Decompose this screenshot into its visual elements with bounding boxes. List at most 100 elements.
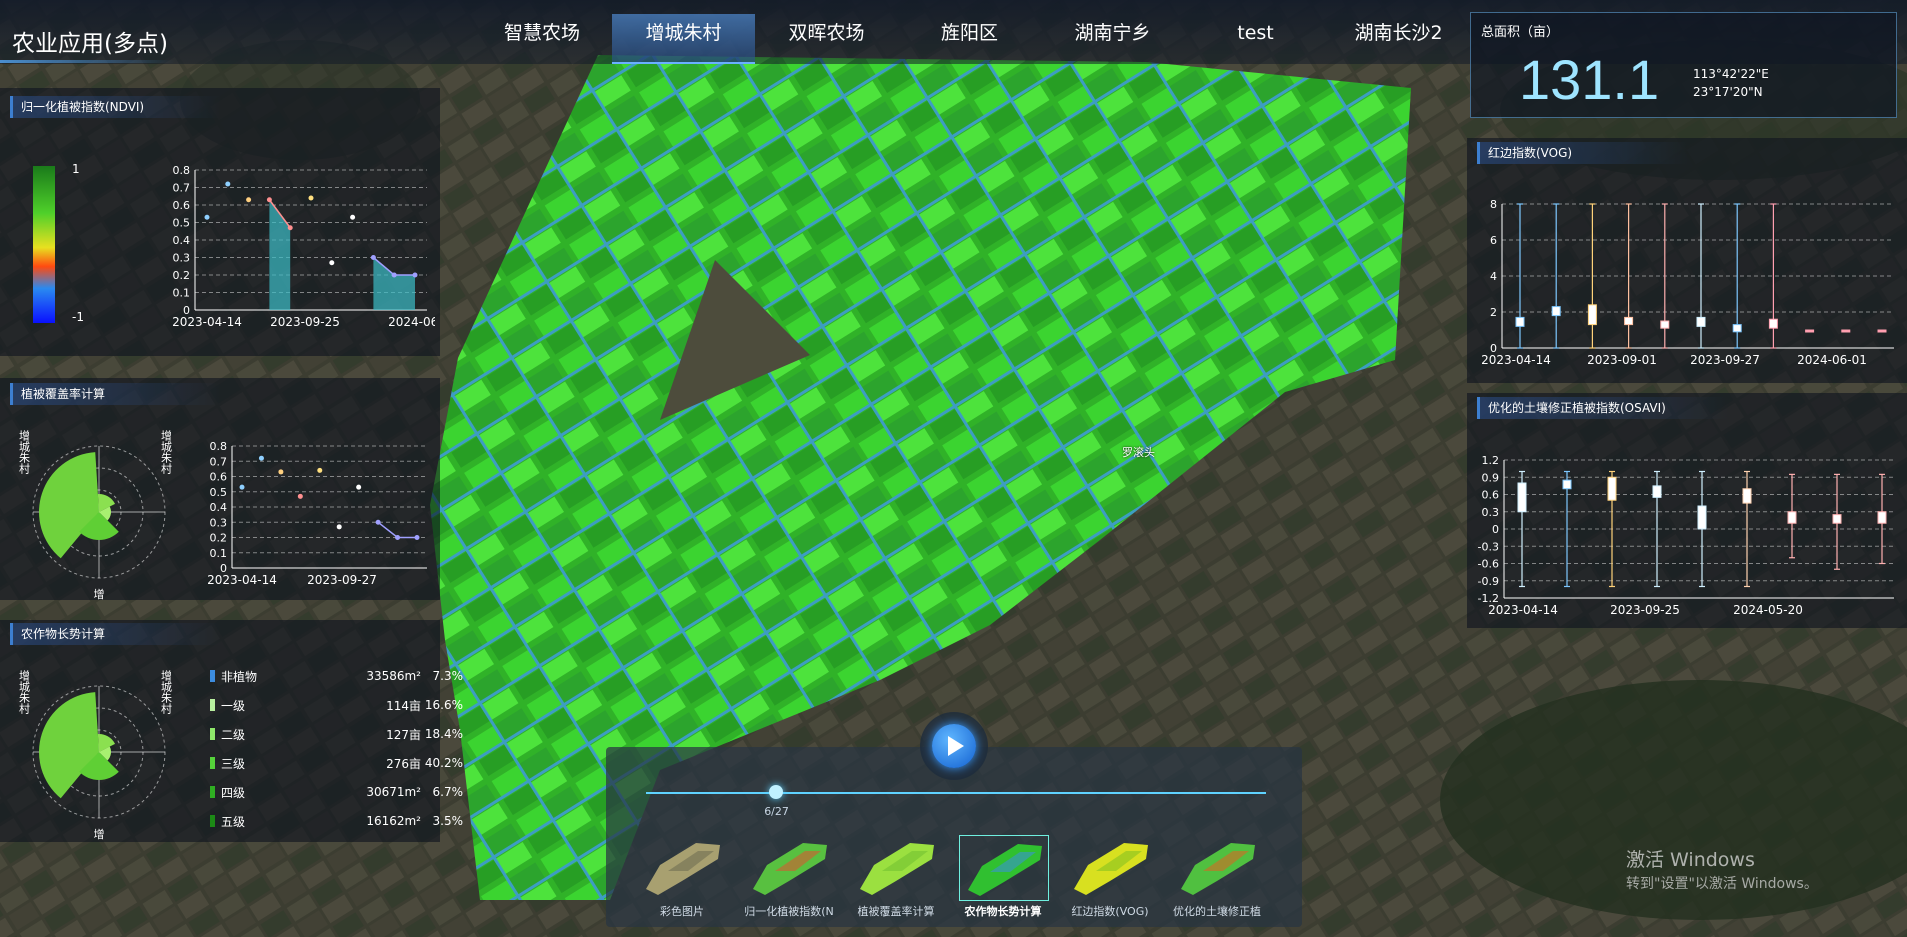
grade-swatch [210, 699, 215, 711]
x-tick-label: 2023-09-25 [270, 315, 340, 329]
x-tick-label: 2023-04-14 [1488, 603, 1558, 617]
tab-3[interactable]: 旌阳区 [898, 14, 1041, 64]
thumbnail-image [860, 843, 934, 895]
grade-row: 四级 30671m² 6.7% [210, 782, 463, 802]
box [1805, 329, 1815, 333]
thumbnail-3[interactable] [959, 835, 1049, 901]
data-point [308, 195, 314, 201]
thumbnail-0[interactable] [638, 835, 726, 899]
timeline-date: 6/27 [764, 805, 789, 818]
box [1587, 304, 1597, 326]
x-tick-label: 2023-04-14 [1481, 353, 1551, 367]
activation-watermark-text: 转到"设置"以激活 Windows。 [1626, 876, 1818, 892]
data-point [356, 484, 362, 490]
x-tick-label: 2023-09-27 [307, 573, 377, 587]
activation-watermark-title: 激活 Windows [1626, 849, 1755, 871]
timeline-track[interactable] [646, 792, 1266, 794]
y-tick-label: 0.6 [1482, 489, 1500, 502]
x-tick-label: 2023-09-01 [1587, 353, 1657, 367]
box [1697, 505, 1707, 530]
data-point [391, 272, 397, 278]
thumbnail-2[interactable] [852, 835, 940, 899]
thumbnail-1[interactable] [745, 835, 833, 899]
tab-5[interactable]: test [1184, 14, 1327, 64]
total-area-card: 总面积（亩） 131.1 113°42'22"E 23°17'20"N [1470, 12, 1897, 118]
data-point [395, 535, 401, 540]
polar-label: 增 [94, 587, 105, 600]
x-tick-label: 2023-09-25 [1610, 603, 1680, 617]
grade-name: 二级 [221, 727, 246, 742]
thumbnail-label: 优化的土壤修正植 [1173, 905, 1261, 918]
tab-1[interactable]: 增城朱村 [612, 14, 755, 64]
timeline-knob[interactable] [769, 785, 784, 799]
box [1696, 316, 1706, 327]
y-tick-label: 4 [1490, 270, 1497, 283]
y-tick-label: 0.6 [210, 471, 228, 484]
longitude: 113°42'22"E [1693, 67, 1769, 81]
grade-amount: 114亩 [386, 698, 421, 713]
y-tick-label: 1.2 [1482, 454, 1500, 467]
region-tabs: 智慧农场 增城朱村 双晖农场 旌阳区 湖南宁乡 test 湖南长沙2 [472, 14, 1470, 64]
x-tick-label: 2023-04-14 [172, 315, 242, 329]
y-tick-label: 0.4 [210, 501, 228, 514]
grade-swatch [210, 815, 215, 827]
x-tick-label: 2024-06-02 [388, 315, 435, 329]
polar-sector [39, 692, 99, 799]
y-tick-label: 0.5 [210, 486, 228, 499]
colorbar-max-label: 1 [72, 162, 80, 176]
title-underline [0, 60, 175, 63]
grade-row: 二级 127亩 18.4% [210, 724, 463, 744]
ndvi-chart: 00.10.20.30.40.50.60.70.82023-04-14 2023-… [172, 164, 435, 329]
data-point [414, 535, 420, 540]
y-tick-label: 6 [1490, 234, 1497, 247]
grade-amount: 276亩 [386, 756, 421, 771]
grade-name: 五级 [221, 814, 246, 829]
data-point [225, 181, 231, 187]
polar-label: 增城朱村 [160, 429, 173, 474]
data-point [266, 197, 272, 203]
polar-label: 增城朱村 [18, 669, 31, 714]
y-tick-label: 8 [1490, 198, 1497, 211]
y-tick-label: 0 [1492, 523, 1499, 536]
thumbnail-4[interactable] [1066, 835, 1154, 899]
grade-amount: 16162m² [366, 814, 421, 828]
tab-4[interactable]: 湖南宁乡 [1041, 14, 1184, 64]
coverage-chart: 00.10.20.30.40.50.60.70.82023-04-14 2023-… [207, 440, 427, 587]
box [1787, 511, 1797, 524]
box [1768, 318, 1778, 329]
y-tick-label: 0.2 [210, 532, 228, 545]
growth-polar-chart: 增城朱村 增城朱村增 [18, 669, 173, 840]
data-point [278, 469, 284, 475]
x-tick-label: 2024-05-20 [1733, 603, 1803, 617]
thumbnail-5[interactable] [1173, 835, 1261, 899]
coverage-panel-title: 植被覆盖率计算 [10, 383, 221, 405]
y-tick-label: 0.8 [173, 164, 191, 177]
grade-amount: 30671m² [366, 785, 421, 799]
box [1877, 511, 1887, 524]
box [1877, 329, 1887, 333]
series-area [373, 257, 415, 310]
grade-row: 五级 16162m² 3.5% [210, 811, 463, 831]
grade-row: 一级 114亩 16.6% [210, 695, 463, 715]
thumbnail-label: 彩色图片 [660, 905, 704, 918]
y-tick-label: -0.6 [1478, 558, 1499, 571]
data-point [317, 467, 323, 473]
box [1551, 306, 1561, 317]
box [1660, 320, 1670, 329]
data-point [336, 524, 342, 530]
tab-2[interactable]: 双晖农场 [755, 14, 898, 64]
data-point [287, 225, 293, 231]
tab-0[interactable]: 智慧农场 [472, 14, 612, 64]
grade-percent: 7.3% [432, 669, 464, 683]
box [1732, 324, 1742, 333]
tab-6[interactable]: 湖南长沙2 [1327, 14, 1470, 64]
play-button[interactable] [932, 724, 976, 768]
thumbnail-label: 红边指数(VOG) [1071, 905, 1149, 918]
coverage-polar-chart: 增城朱村 增城朱村增 [18, 429, 173, 600]
x-tick-label: 2024-06-01 [1797, 353, 1867, 367]
y-tick-label: 0.2 [173, 269, 191, 282]
latitude: 23°17'20"N [1693, 85, 1763, 99]
thumbnail-image [646, 843, 720, 895]
thumbnail-image [753, 843, 827, 895]
data-point [204, 214, 210, 220]
